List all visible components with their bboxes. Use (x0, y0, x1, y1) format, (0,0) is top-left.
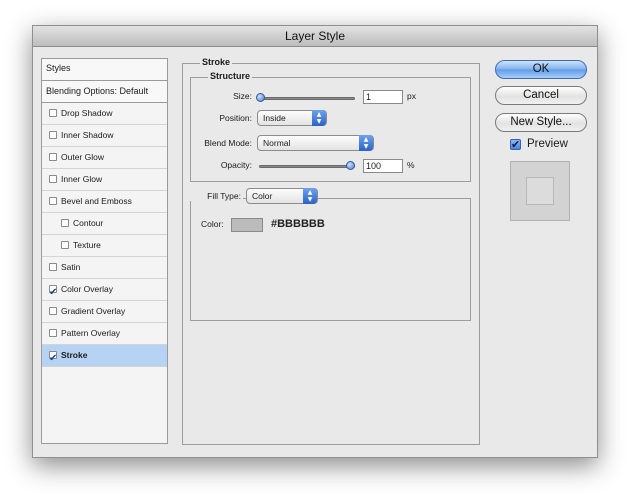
style-checkbox[interactable] (49, 153, 57, 161)
new-style-button[interactable]: New Style... (495, 113, 587, 132)
style-checkbox[interactable] (49, 109, 57, 117)
style-checkbox[interactable] (49, 282, 57, 303)
fill-type-value: Color (252, 191, 273, 201)
style-item-color-overlay[interactable]: Color Overlay (42, 279, 167, 303)
color-swatch[interactable] (231, 218, 263, 232)
preview-inner-square (526, 177, 554, 205)
blend-mode-value: Normal (263, 138, 291, 148)
style-item-label: Texture (73, 240, 101, 250)
style-item-satin[interactable]: Satin (42, 257, 167, 279)
style-item-contour[interactable]: Contour (42, 213, 167, 235)
size-label: Size: (233, 91, 252, 101)
opacity-slider-thumb[interactable] (346, 161, 355, 170)
style-item-label: Inner Glow (61, 174, 103, 184)
ok-button[interactable]: OK (495, 60, 587, 79)
style-checkbox[interactable] (49, 307, 57, 315)
fill-type-label: Fill Type: (190, 191, 243, 201)
style-item-inner-glow[interactable]: Inner Glow (42, 169, 167, 191)
style-item-label: Color Overlay (61, 284, 113, 294)
position-value: Inside (263, 113, 286, 123)
window-title: Layer Style (33, 26, 597, 47)
style-item-texture[interactable]: Texture (42, 235, 167, 257)
size-input[interactable]: 1 (363, 90, 403, 104)
fill-type-select[interactable]: Color ▲ ▼ (246, 188, 318, 204)
color-label: Color: (201, 219, 224, 229)
style-item-label: Stroke (61, 350, 88, 360)
stroke-title: Stroke (200, 57, 233, 67)
style-item-label: Satin (61, 262, 81, 272)
style-item-label: Bevel and Emboss (61, 196, 132, 206)
preview-label[interactable]: Preview (527, 138, 568, 150)
style-checkbox[interactable] (49, 197, 57, 205)
style-item-outer-glow[interactable]: Outer Glow (42, 147, 167, 169)
style-checkbox[interactable] (61, 241, 69, 249)
opacity-label: Opacity: (220, 160, 252, 170)
style-item-pattern-overlay[interactable]: Pattern Overlay (42, 323, 167, 345)
blend-mode-label: Blend Mode: (204, 138, 252, 148)
style-checkbox[interactable] (49, 131, 57, 139)
style-item-label: Inner Shadow (61, 130, 114, 140)
style-checkbox[interactable] (61, 219, 69, 227)
style-item-label: Contour (73, 218, 104, 228)
fill-group (190, 198, 471, 321)
size-slider-track[interactable] (259, 97, 355, 100)
styles-header[interactable]: Styles (42, 59, 167, 81)
layer-style-dialog: Layer Style Styles Blending Options: Def… (32, 25, 598, 458)
styles-list: Styles Blending Options: Default Drop Sh… (41, 58, 168, 444)
size-unit: px (407, 91, 416, 101)
style-item-label: Gradient Overlay (61, 306, 126, 316)
position-label: Position: (219, 113, 252, 123)
style-checkbox[interactable] (49, 263, 57, 271)
style-checkbox[interactable] (49, 348, 57, 369)
updown-arrows-icon: ▲ ▼ (303, 188, 317, 204)
updown-arrows-icon: ▲ ▼ (312, 110, 326, 126)
style-item-bevel-and-emboss[interactable]: Bevel and Emboss (42, 191, 167, 213)
style-item-stroke[interactable]: Stroke (42, 345, 167, 369)
opacity-slider-track[interactable] (259, 165, 355, 168)
size-slider-thumb[interactable] (256, 93, 265, 102)
cancel-button[interactable]: Cancel (495, 86, 587, 105)
style-item-label: Outer Glow (61, 152, 104, 162)
opacity-input[interactable]: 100 (363, 159, 403, 173)
style-item-label: Drop Shadow (61, 108, 113, 118)
color-hex: #BBBBBB (271, 218, 325, 230)
blending-options[interactable]: Blending Options: Default (42, 81, 167, 103)
preview-checkbox[interactable]: ✔ (510, 139, 521, 150)
style-item-gradient-overlay[interactable]: Gradient Overlay (42, 301, 167, 323)
structure-title: Structure (208, 71, 253, 81)
style-checkbox[interactable] (49, 175, 57, 183)
opacity-unit: % (407, 160, 415, 170)
style-item-inner-shadow[interactable]: Inner Shadow (42, 125, 167, 147)
position-select[interactable]: Inside ▲ ▼ (257, 110, 327, 126)
style-item-drop-shadow[interactable]: Drop Shadow (42, 103, 167, 125)
preview-thumbnail (510, 161, 570, 221)
style-checkbox[interactable] (49, 329, 57, 337)
blend-mode-select[interactable]: Normal ▲ ▼ (257, 135, 374, 151)
style-item-label: Pattern Overlay (61, 328, 121, 338)
updown-arrows-icon: ▲ ▼ (359, 135, 373, 151)
